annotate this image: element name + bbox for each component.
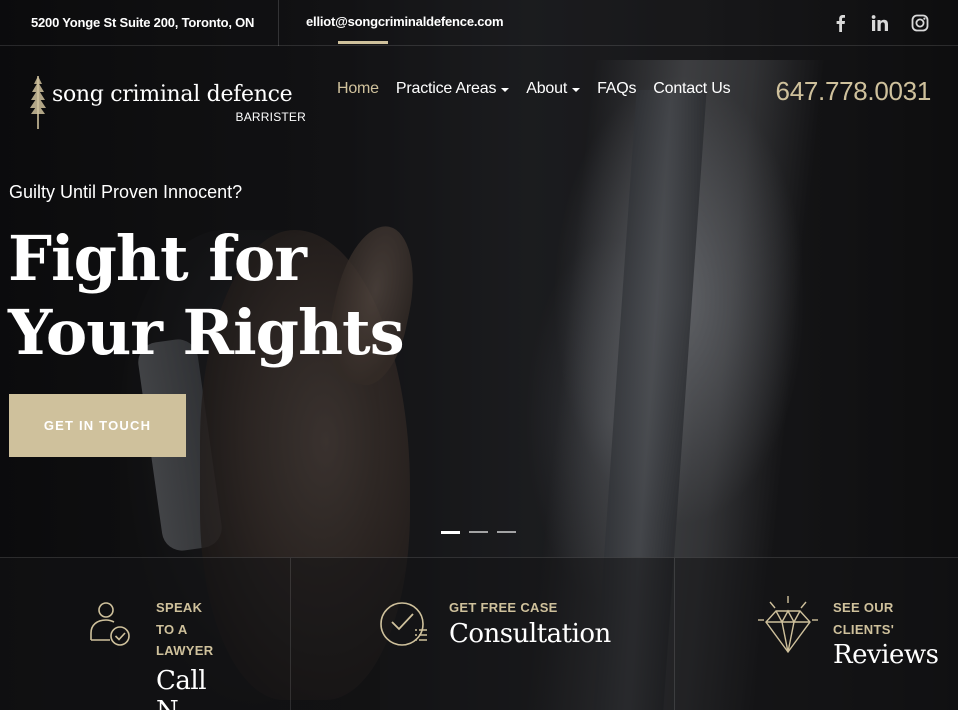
top-bar-divider <box>278 0 279 46</box>
email-underline <box>338 41 388 44</box>
phone-number-link[interactable]: 647.778.0031 <box>776 76 932 107</box>
diamond-icon <box>758 596 818 654</box>
feature-eyebrow-line: LAWYER <box>156 643 214 658</box>
feature-eyebrow-line: TO A <box>156 621 188 637</box>
nav-home[interactable]: Home <box>337 80 379 98</box>
get-in-touch-button[interactable]: GET IN TOUCH <box>9 394 186 457</box>
hero-headline-line-1: Fight for <box>8 222 307 295</box>
speak-to-lawyer-feature[interactable]: SPEAK TO A LAWYER Call N <box>156 597 213 710</box>
nav-practice-areas-label: Practice Areas <box>395 80 497 97</box>
chevron-down-icon <box>572 88 581 92</box>
address-text: 5200 Yonge St Suite 200, Toronto, ON <box>31 15 255 30</box>
slider-dot-1[interactable] <box>441 531 460 534</box>
free-consultation-feature[interactable]: GET FREE CASE Consultation <box>449 597 611 649</box>
top-bar: 5200 Yonge St Suite 200, Toronto, ON ell… <box>0 0 958 46</box>
nav-practice-areas[interactable]: Practice Areas <box>395 80 510 98</box>
social-links <box>830 13 930 33</box>
email-link[interactable]: elliot@songcriminaldefence.com <box>306 14 504 29</box>
nav-home-label: Home <box>337 80 379 97</box>
hero-headline-line-2: Your Rights <box>8 296 405 369</box>
feature-strip: SPEAK TO A LAWYER Call N GET FREE CASE C… <box>0 557 958 710</box>
nav-contact-us-label: Contact Us <box>653 80 731 97</box>
nav-faqs[interactable]: FAQs <box>597 80 636 98</box>
logo-subtitle: BARRISTER <box>235 110 306 124</box>
feature-title-line: Reviews <box>833 640 939 670</box>
nav-faqs-label: FAQs <box>597 80 637 97</box>
main-nav: Home Practice Areas About FAQs Contact U… <box>337 80 731 98</box>
nav-contact-us[interactable]: Contact Us <box>653 80 730 98</box>
feature-eyebrow-line: SPEAK <box>156 600 203 615</box>
slider-dots <box>441 531 516 534</box>
checklist-icon <box>380 602 427 646</box>
lawyer-check-icon <box>90 602 130 646</box>
feature-eyebrow-line: CLIENTS' <box>833 621 895 637</box>
feature-divider <box>290 558 291 710</box>
facebook-icon[interactable] <box>830 13 850 33</box>
feature-eyebrow-line: SEE OUR <box>833 600 894 615</box>
feature-title-line: Consultation <box>449 618 611 649</box>
feature-eyebrow-line: GET FREE CASE <box>449 600 558 615</box>
slider-dot-2[interactable] <box>469 531 488 533</box>
nav-about[interactable]: About <box>526 80 581 98</box>
hero-tagline: Guilty Until Proven Innocent? <box>9 182 243 202</box>
tree-logo-icon <box>30 76 46 129</box>
feature-title-line: Call <box>156 665 207 696</box>
slider-dot-3[interactable] <box>497 531 516 533</box>
chevron-down-icon <box>501 88 510 92</box>
hero-headline: Fight for Your Rights <box>8 222 405 370</box>
nav-about-label: About <box>526 80 568 97</box>
instagram-icon[interactable] <box>910 13 930 33</box>
feature-title-line: N <box>156 696 213 710</box>
client-reviews-feature[interactable]: SEE OUR CLIENTS' Reviews <box>833 597 939 670</box>
logo-name: song criminal defence <box>52 82 293 107</box>
feature-divider <box>674 558 675 710</box>
linkedin-icon[interactable] <box>870 13 890 33</box>
site-logo[interactable]: song criminal defence BARRISTER <box>28 74 308 132</box>
